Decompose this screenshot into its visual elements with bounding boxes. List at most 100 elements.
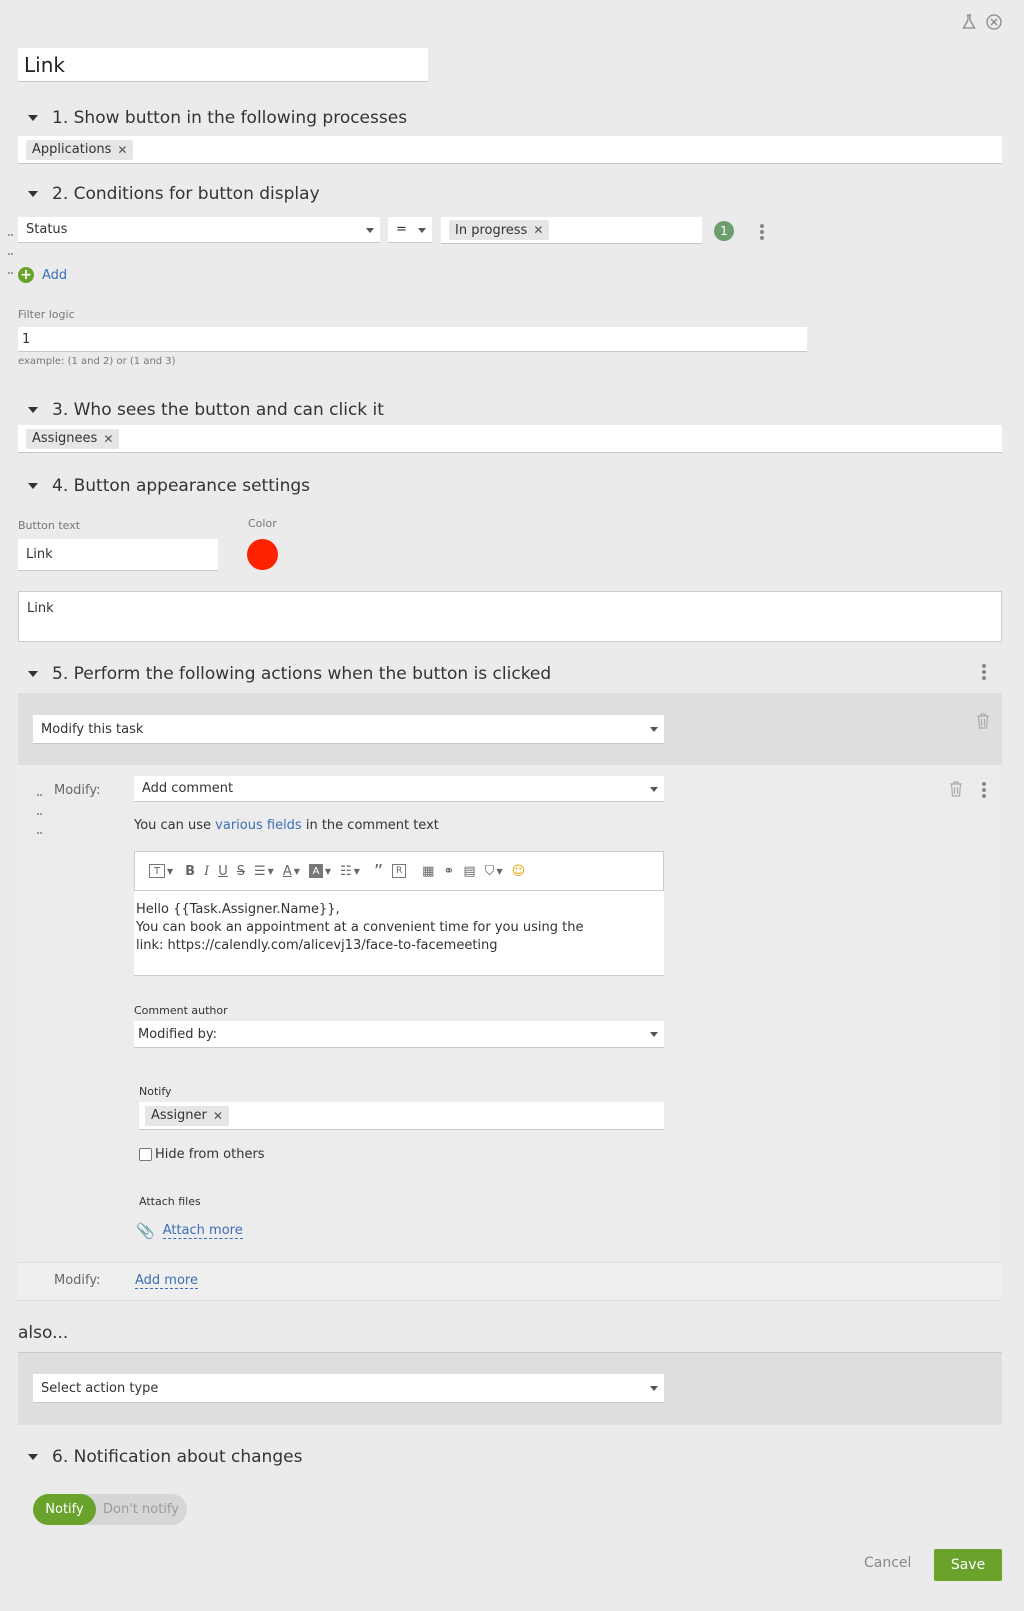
remove-tag-icon[interactable]: ✕ [117, 143, 127, 157]
bold-icon[interactable]: B [185, 861, 195, 881]
italic-icon[interactable]: I [204, 861, 209, 881]
section-5-menu-icon[interactable] [982, 664, 986, 682]
add-condition-button[interactable]: + Add [18, 267, 67, 283]
filter-logic-input[interactable]: 1 [18, 327, 807, 352]
filter-logic-example: example: (1 and 2) or (1 and 3) [18, 356, 176, 367]
condition-operator-value: = [396, 222, 407, 237]
editor-line: Hello {{Task.Assigner.Name}}, [136, 902, 340, 917]
condition-value-input[interactable]: In progress ✕ [441, 217, 702, 244]
trash-icon[interactable] [949, 781, 963, 797]
processes-input[interactable]: Applications ✕ [18, 136, 1002, 164]
modify-select-value: Add comment [142, 781, 234, 796]
select-action-type[interactable]: Select action type [33, 1374, 664, 1403]
action-type-select[interactable]: Modify this task [33, 715, 664, 744]
attach-more-button[interactable]: 📎 Attach more [136, 1222, 243, 1240]
chevron-down-icon [418, 227, 426, 233]
collapse-triangle-icon [28, 407, 38, 413]
remove-tag-icon[interactable]: ✕ [533, 223, 543, 237]
comment-editor[interactable]: Hello {{Task.Assigner.Name}}, You can bo… [134, 891, 664, 976]
collapse-triangle-icon [28, 1454, 38, 1460]
chevron-down-icon[interactable]: ▼ [268, 861, 274, 881]
section-5-header[interactable]: 5. Perform the following actions when th… [28, 664, 551, 684]
chevron-down-icon[interactable]: ▼ [496, 861, 502, 881]
format-clear-icon[interactable]: R [392, 864, 407, 878]
remove-tag-icon[interactable]: ✕ [103, 432, 113, 446]
emoji-icon[interactable]: ☺ [512, 861, 526, 881]
who-tag-label: Assignees [32, 431, 98, 446]
comment-author-select[interactable]: Modified by: [134, 1021, 664, 1048]
condition-field-select[interactable]: Status [18, 217, 380, 243]
plus-circle-icon: + [18, 267, 34, 283]
chevron-down-icon [650, 727, 658, 732]
table-icon[interactable]: ▦ [422, 861, 434, 881]
save-button[interactable]: Save [934, 1549, 1002, 1581]
chevron-down-icon[interactable]: ▼ [325, 861, 331, 881]
font-color-icon[interactable]: A [283, 861, 292, 881]
list-icon[interactable]: ☷ [340, 861, 352, 881]
bookmark-icon[interactable]: ⛉ [485, 861, 495, 881]
link-icon[interactable]: ⚭ [443, 861, 454, 881]
who-sees-input[interactable]: Assignees ✕ [18, 425, 1002, 453]
add-more-link[interactable]: Add more [135, 1273, 198, 1289]
text-style-icon[interactable]: T [149, 864, 165, 878]
cancel-button[interactable]: Cancel [864, 1555, 911, 1571]
various-fields-link[interactable]: various fields [215, 818, 302, 833]
media-icon[interactable]: ▤ [463, 861, 475, 881]
section-3-header[interactable]: 3. Who sees the button and can click it [28, 400, 384, 420]
section-1-header[interactable]: 1. Show button in the following processe… [28, 108, 407, 128]
button-text-input[interactable]: Link [18, 539, 218, 571]
notify-label: Notify [139, 1085, 172, 1098]
attach-files-label: Attach files [139, 1195, 201, 1208]
button-preview-box: Link [18, 591, 1002, 642]
button-name-input[interactable]: Link [18, 48, 428, 82]
action-type-value: Modify this task [41, 721, 144, 737]
condition-value-tag: In progress ✕ [449, 220, 550, 240]
flask-icon[interactable] [962, 14, 976, 30]
button-text-label: Button text [18, 519, 81, 532]
condition-menu-icon[interactable] [760, 224, 764, 242]
checkbox-box[interactable] [139, 1148, 152, 1161]
notify-on-option[interactable]: Notify [33, 1494, 96, 1525]
chevron-down-icon[interactable]: ▼ [354, 861, 360, 881]
section-4-header[interactable]: 4. Button appearance settings [28, 476, 310, 496]
condition-number-text: 1 [720, 224, 728, 238]
chevron-down-icon[interactable]: ▼ [294, 861, 300, 881]
remove-tag-icon[interactable]: ✕ [213, 1109, 223, 1123]
collapse-triangle-icon [28, 671, 38, 677]
comment-author-label: Comment author [134, 1004, 228, 1017]
chevron-down-icon[interactable]: ▼ [167, 861, 173, 881]
color-swatch[interactable] [247, 539, 278, 570]
select-action-type-value: Select action type [41, 1380, 159, 1396]
condition-operator-select[interactable]: = [388, 217, 432, 243]
modify-label-2: Modify: [54, 1273, 101, 1288]
chevron-down-icon [366, 227, 374, 233]
quote-icon[interactable]: ” [374, 861, 383, 882]
process-tag-label: Applications [32, 142, 112, 157]
notify-input[interactable]: Assigner ✕ [139, 1102, 664, 1130]
editor-line: link: https://calendly.com/alicevj13/fac… [136, 938, 498, 953]
section-6-header[interactable]: 6. Notification about changes [28, 1447, 302, 1467]
collapse-triangle-icon [28, 115, 38, 121]
notify-off-option[interactable]: Don't notify [96, 1502, 179, 1517]
underline-icon[interactable]: U [218, 861, 228, 881]
hint-prefix: You can use [134, 818, 216, 833]
trash-icon[interactable] [976, 713, 990, 729]
filter-logic-label: Filter logic [18, 308, 75, 321]
button-name-value: Link [24, 52, 65, 77]
notify-toggle[interactable]: Notify Don't notify [33, 1494, 187, 1525]
section-6-title: 6. Notification about changes [52, 1447, 303, 1467]
modify-menu-icon[interactable] [982, 782, 986, 800]
highlight-icon[interactable]: A [308, 864, 323, 878]
section-2-header[interactable]: 2. Conditions for button display [28, 184, 320, 204]
hide-from-others-checkbox[interactable]: Hide from others [139, 1147, 265, 1162]
drag-handle-icon[interactable] [8, 223, 16, 280]
section-1-title: 1. Show button in the following processe… [52, 108, 408, 128]
modify-select[interactable]: Add comment [134, 776, 664, 802]
drag-handle-icon[interactable] [37, 783, 45, 840]
strikethrough-icon[interactable]: S [237, 861, 245, 881]
align-icon[interactable]: ☰ [254, 861, 266, 881]
close-icon[interactable] [986, 14, 1002, 30]
comment-author-value: Modified by: [138, 1026, 217, 1042]
who-tag: Assignees ✕ [26, 428, 120, 449]
modify-label: Modify: [54, 783, 101, 798]
